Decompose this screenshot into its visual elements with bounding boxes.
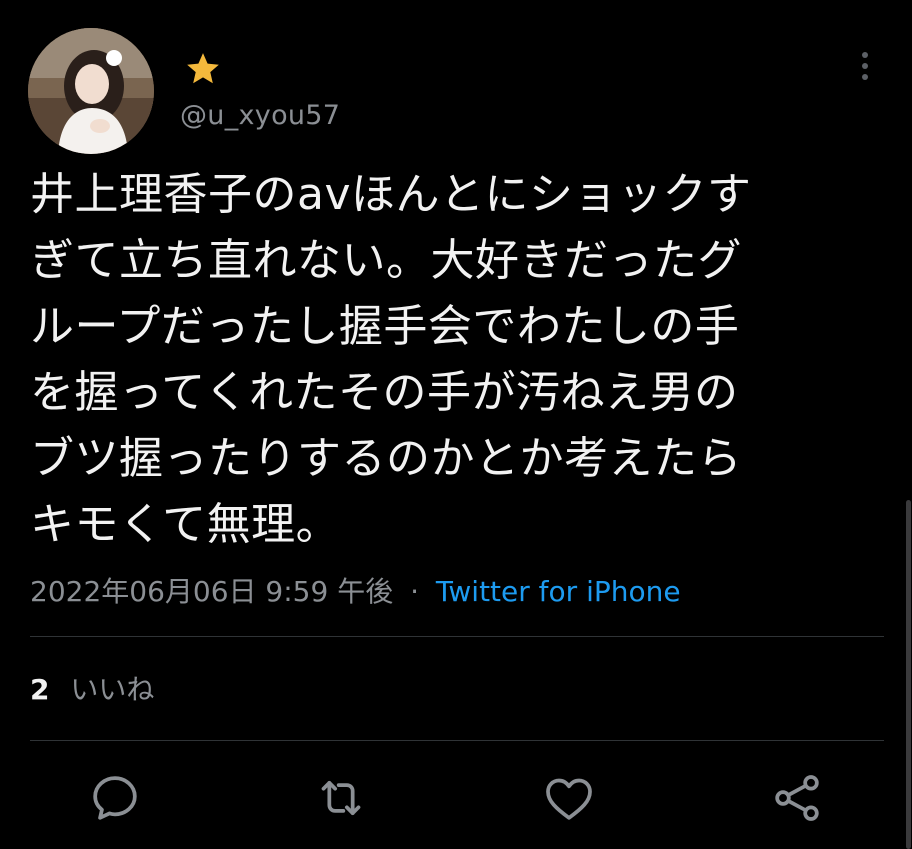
reply-icon[interactable] <box>87 770 143 826</box>
divider <box>30 636 884 637</box>
tweet-text-line: を握ってくれたその手が汚ねえ男の <box>30 367 739 418</box>
tweet-text: 井上理香子のavほんとにショックす ぎて立ち直れない。大好きだったグ ループだっ… <box>30 162 850 558</box>
source-link[interactable]: Twitter for iPhone <box>436 575 681 608</box>
tweet-text-line: ブツ握ったりするのかとか考えたら <box>30 433 742 484</box>
divider <box>30 740 884 741</box>
tweet-meta: 2022年06月06日 9:59 午後 · Twitter for iPhone <box>30 570 681 610</box>
star-icon <box>184 50 222 88</box>
user-handle[interactable]: @u_xyou57 <box>180 100 340 131</box>
meta-separator: · <box>410 575 420 608</box>
tweet-text-line: ぎて立ち直れない。大好きだったグ <box>30 235 742 286</box>
likes-label: いいね <box>70 673 155 706</box>
tweet-text-line: ループだったし握手会でわたしの手 <box>30 301 740 352</box>
timestamp[interactable]: 2022年06月06日 9:59 午後 <box>30 575 393 608</box>
avatar[interactable] <box>28 28 154 154</box>
likes-stat[interactable]: 2 いいね <box>30 668 154 708</box>
scrollbar[interactable] <box>906 500 911 849</box>
share-icon[interactable] <box>769 770 825 826</box>
retweet-icon[interactable] <box>313 770 369 826</box>
heart-icon[interactable] <box>541 770 597 826</box>
likes-count: 2 <box>30 673 50 706</box>
more-vertical-icon[interactable] <box>850 48 880 84</box>
tweet-text-line: 井上理香子のavほんとにショックす <box>30 169 752 220</box>
tweet-text-line: キモくて無理。 <box>30 499 341 550</box>
